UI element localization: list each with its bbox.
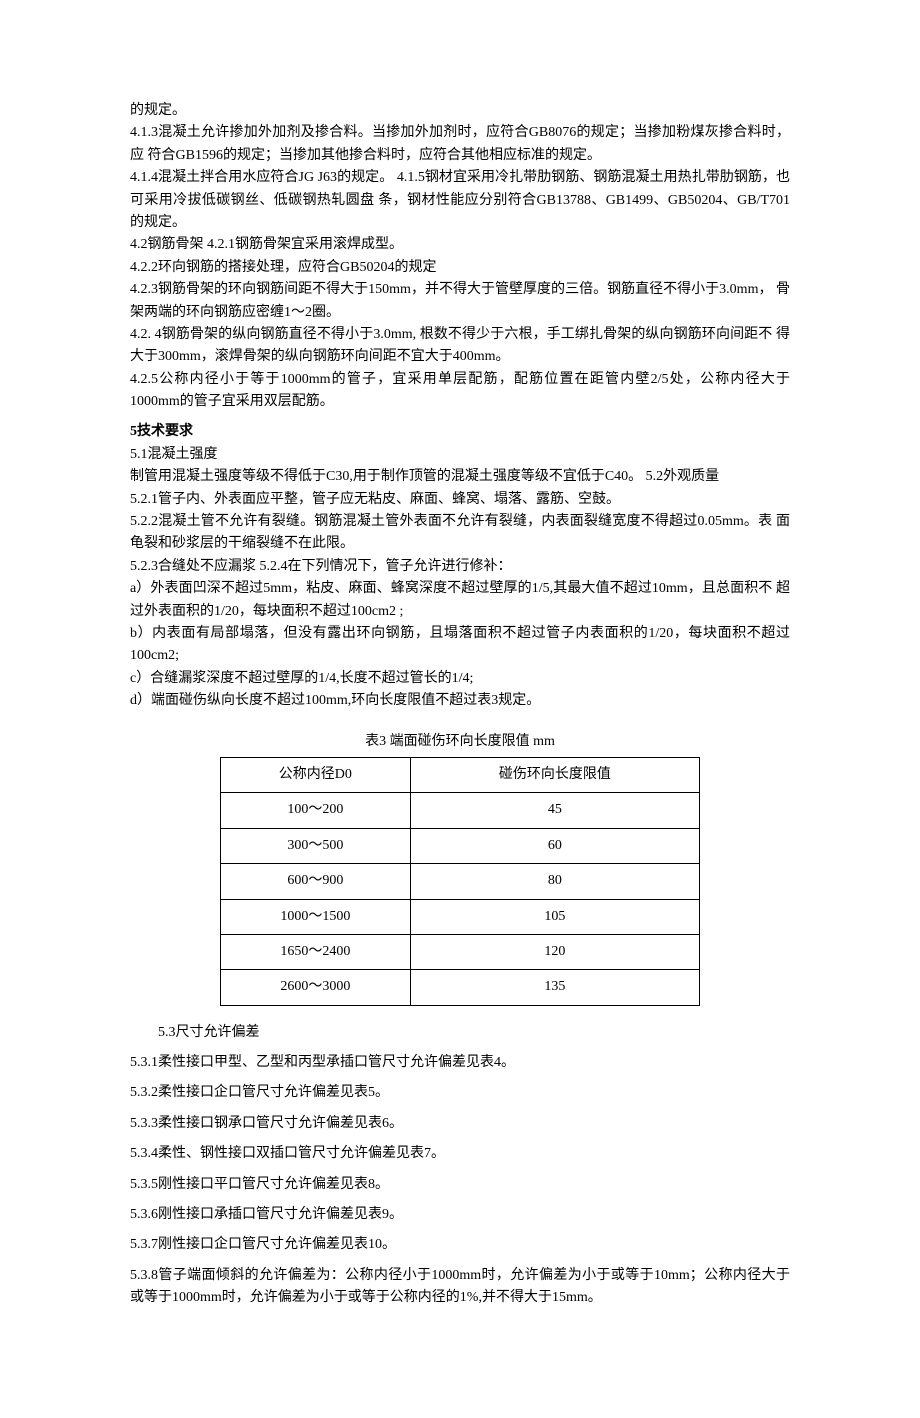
text-line: c）合缝漏浆深度不超过壁厚的1/4,长度不超过管长的1/4; <box>130 668 790 690</box>
table-cell: 1650〜2400 <box>221 934 411 969</box>
text-line: 5.3.2柔性接口企口管尺寸允许偏差见表5。 <box>130 1082 790 1104</box>
table-row: 300〜500 60 <box>221 828 700 863</box>
text-line: 制管用混凝土强度等级不得低于C30,用于制作顶管的混凝土强度等级不宜低于C40。… <box>130 466 790 488</box>
table3-title: 表3 端面碰伤环向长度限值 mm <box>130 731 790 753</box>
text-line: 5.2.2混凝土管不允许有裂缝。钢筋混凝土管外表面不允许有裂缝，内表面裂缝宽度不… <box>130 511 790 556</box>
table-cell: 45 <box>410 793 699 828</box>
text-line: 5.3.7刚性接口企口管尺寸允许偏差见表10。 <box>130 1234 790 1256</box>
table-row: 2600〜3000 135 <box>221 970 700 1005</box>
table-cell: 105 <box>410 899 699 934</box>
table-cell: 80 <box>410 864 699 899</box>
table-row: 600〜900 80 <box>221 864 700 899</box>
table-cell: 60 <box>410 828 699 863</box>
table-header-cell: 公称内径D0 <box>221 757 411 792</box>
text-line: 5.3尺寸允许偏差 <box>130 1022 790 1044</box>
text-line: 5.3.8管子端面倾斜的允许偏差为：公称内径小于1000mm时，允许偏差为小于或… <box>130 1265 790 1310</box>
text-line: 4.2.3钢筋骨架的环向钢筋间距不得大于150mm，并不得大于管壁厚度的三倍。钢… <box>130 279 790 324</box>
table3: 公称内径D0 碰伤环向长度限值 100〜200 45 300〜500 60 60… <box>220 757 700 1006</box>
text-line: 4.1.3混凝土允许掺加外加剂及掺合料。当掺加外加剂时，应符合GB8076的规定… <box>130 122 790 167</box>
text-line: 5.3.3柔性接口钢承口管尺寸允许偏差见表6。 <box>130 1113 790 1135</box>
text-line: 5.3.4柔性、钢性接口双插口管尺寸允许偏差见表7。 <box>130 1143 790 1165</box>
text-line: 4.1.4混凝土拌合用水应符合JG J63的规定。 4.1.5钢材宜采用冷扎带肋… <box>130 167 790 234</box>
section-heading-5: 5技术要求 <box>130 421 790 443</box>
table-cell: 600〜900 <box>221 864 411 899</box>
text-line: a）外表面凹深不超过5mm，粘皮、麻面、蜂窝深度不超过壁厚的1/5,其最大值不超… <box>130 578 790 623</box>
text-line: 4.2.2环向钢筋的搭接处理，应符合GB50204的规定 <box>130 257 790 279</box>
text-line: d）端面碰伤纵向长度不超过100mm,环向长度限值不超过表3规定。 <box>130 690 790 712</box>
table-cell: 120 <box>410 934 699 969</box>
table-cell: 300〜500 <box>221 828 411 863</box>
text-line: 4.2钢筋骨架 4.2.1钢筋骨架宜采用滚焊成型。 <box>130 234 790 256</box>
text-line: 的规定。 <box>130 100 790 122</box>
text-line: 5.2.1管子内、外表面应平整，管子应无粘皮、麻面、蜂窝、塌落、露筋、空鼓。 <box>130 489 790 511</box>
text-line: 5.3.1柔性接口甲型、乙型和丙型承插口管尺寸允许偏差见表4。 <box>130 1052 790 1074</box>
table-cell: 100〜200 <box>221 793 411 828</box>
text-line: 4.2. 4钢筋骨架的纵向钢筋直径不得小于3.0mm, 根数不得少于六根，手工绑… <box>130 324 790 369</box>
table-row: 1000〜1500 105 <box>221 899 700 934</box>
table-header-row: 公称内径D0 碰伤环向长度限值 <box>221 757 700 792</box>
text-line: 5.3.5刚性接口平口管尺寸允许偏差见表8。 <box>130 1174 790 1196</box>
table-row: 100〜200 45 <box>221 793 700 828</box>
text-line: 5.3.6刚性接口承插口管尺寸允许偏差见表9。 <box>130 1204 790 1226</box>
table-cell: 2600〜3000 <box>221 970 411 1005</box>
text-line: 5.2.3合缝处不应漏浆 5.2.4在下列情况下，管子允许进行修补： <box>130 556 790 578</box>
table-cell: 1000〜1500 <box>221 899 411 934</box>
text-line: 4.2.5公称内径小于等于1000mm的管子，宜采用单层配筋，配筋位置在距管内壁… <box>130 369 790 414</box>
table-row: 1650〜2400 120 <box>221 934 700 969</box>
text-line: 5.1混凝土强度 <box>130 444 790 466</box>
text-line: b）内表面有局部塌落，但没有露出环向钢筋，且塌落面积不超过管子内表面积的1/20… <box>130 623 790 668</box>
table-cell: 135 <box>410 970 699 1005</box>
table-header-cell: 碰伤环向长度限值 <box>410 757 699 792</box>
